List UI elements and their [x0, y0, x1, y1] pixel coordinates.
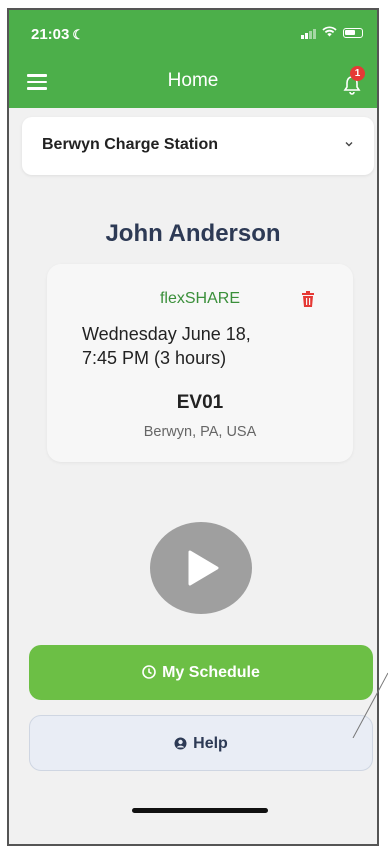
- phone-frame: 21:03 ☾ Home 1 Berwyn Charge Station Joh…: [7, 8, 379, 846]
- my-schedule-button[interactable]: My Schedule: [29, 645, 373, 700]
- station-dropdown-value: Berwyn Charge Station: [42, 136, 219, 153]
- reservation-date-line2: 7:45 PM (3 hours): [82, 348, 227, 368]
- clock-icon: [142, 665, 156, 679]
- page-title: Home: [167, 70, 219, 91]
- start-charging-button[interactable]: [150, 522, 252, 614]
- reservation-card: flexSHARE Wednesday June 18, 7:45 PM (3 …: [47, 264, 353, 462]
- signal-icon: [301, 27, 316, 39]
- wifi-icon: [322, 25, 337, 40]
- my-schedule-label: My Schedule: [162, 664, 260, 681]
- status-icons: [301, 25, 363, 40]
- help-button[interactable]: Help: [29, 715, 373, 771]
- chevron-down-icon: [345, 142, 353, 147]
- battery-icon: [343, 27, 363, 38]
- moon-icon: ☾: [72, 27, 85, 42]
- home-indicator: [132, 808, 268, 813]
- help-label: Help: [193, 735, 228, 752]
- reservation-date-line1: Wednesday June 18,: [82, 324, 251, 344]
- notification-badge: 1: [350, 66, 365, 81]
- user-circle-icon: [174, 737, 187, 750]
- status-bar: 21:03 ☾: [9, 10, 377, 56]
- reservation-date: Wednesday June 18, 7:45 PM (3 hours): [82, 322, 322, 370]
- callout-pointer: [352, 672, 388, 738]
- reservation-location: Berwyn, PA, USA: [143, 424, 257, 440]
- user-name: John Anderson: [105, 220, 281, 247]
- play-icon: [188, 550, 219, 586]
- nav-bar: Home 1: [9, 56, 377, 108]
- trash-icon[interactable]: [301, 291, 315, 307]
- station-dropdown[interactable]: Berwyn Charge Station: [22, 117, 374, 175]
- status-time: 21:03 ☾: [31, 26, 85, 43]
- reservation-charger: EV01: [176, 392, 224, 413]
